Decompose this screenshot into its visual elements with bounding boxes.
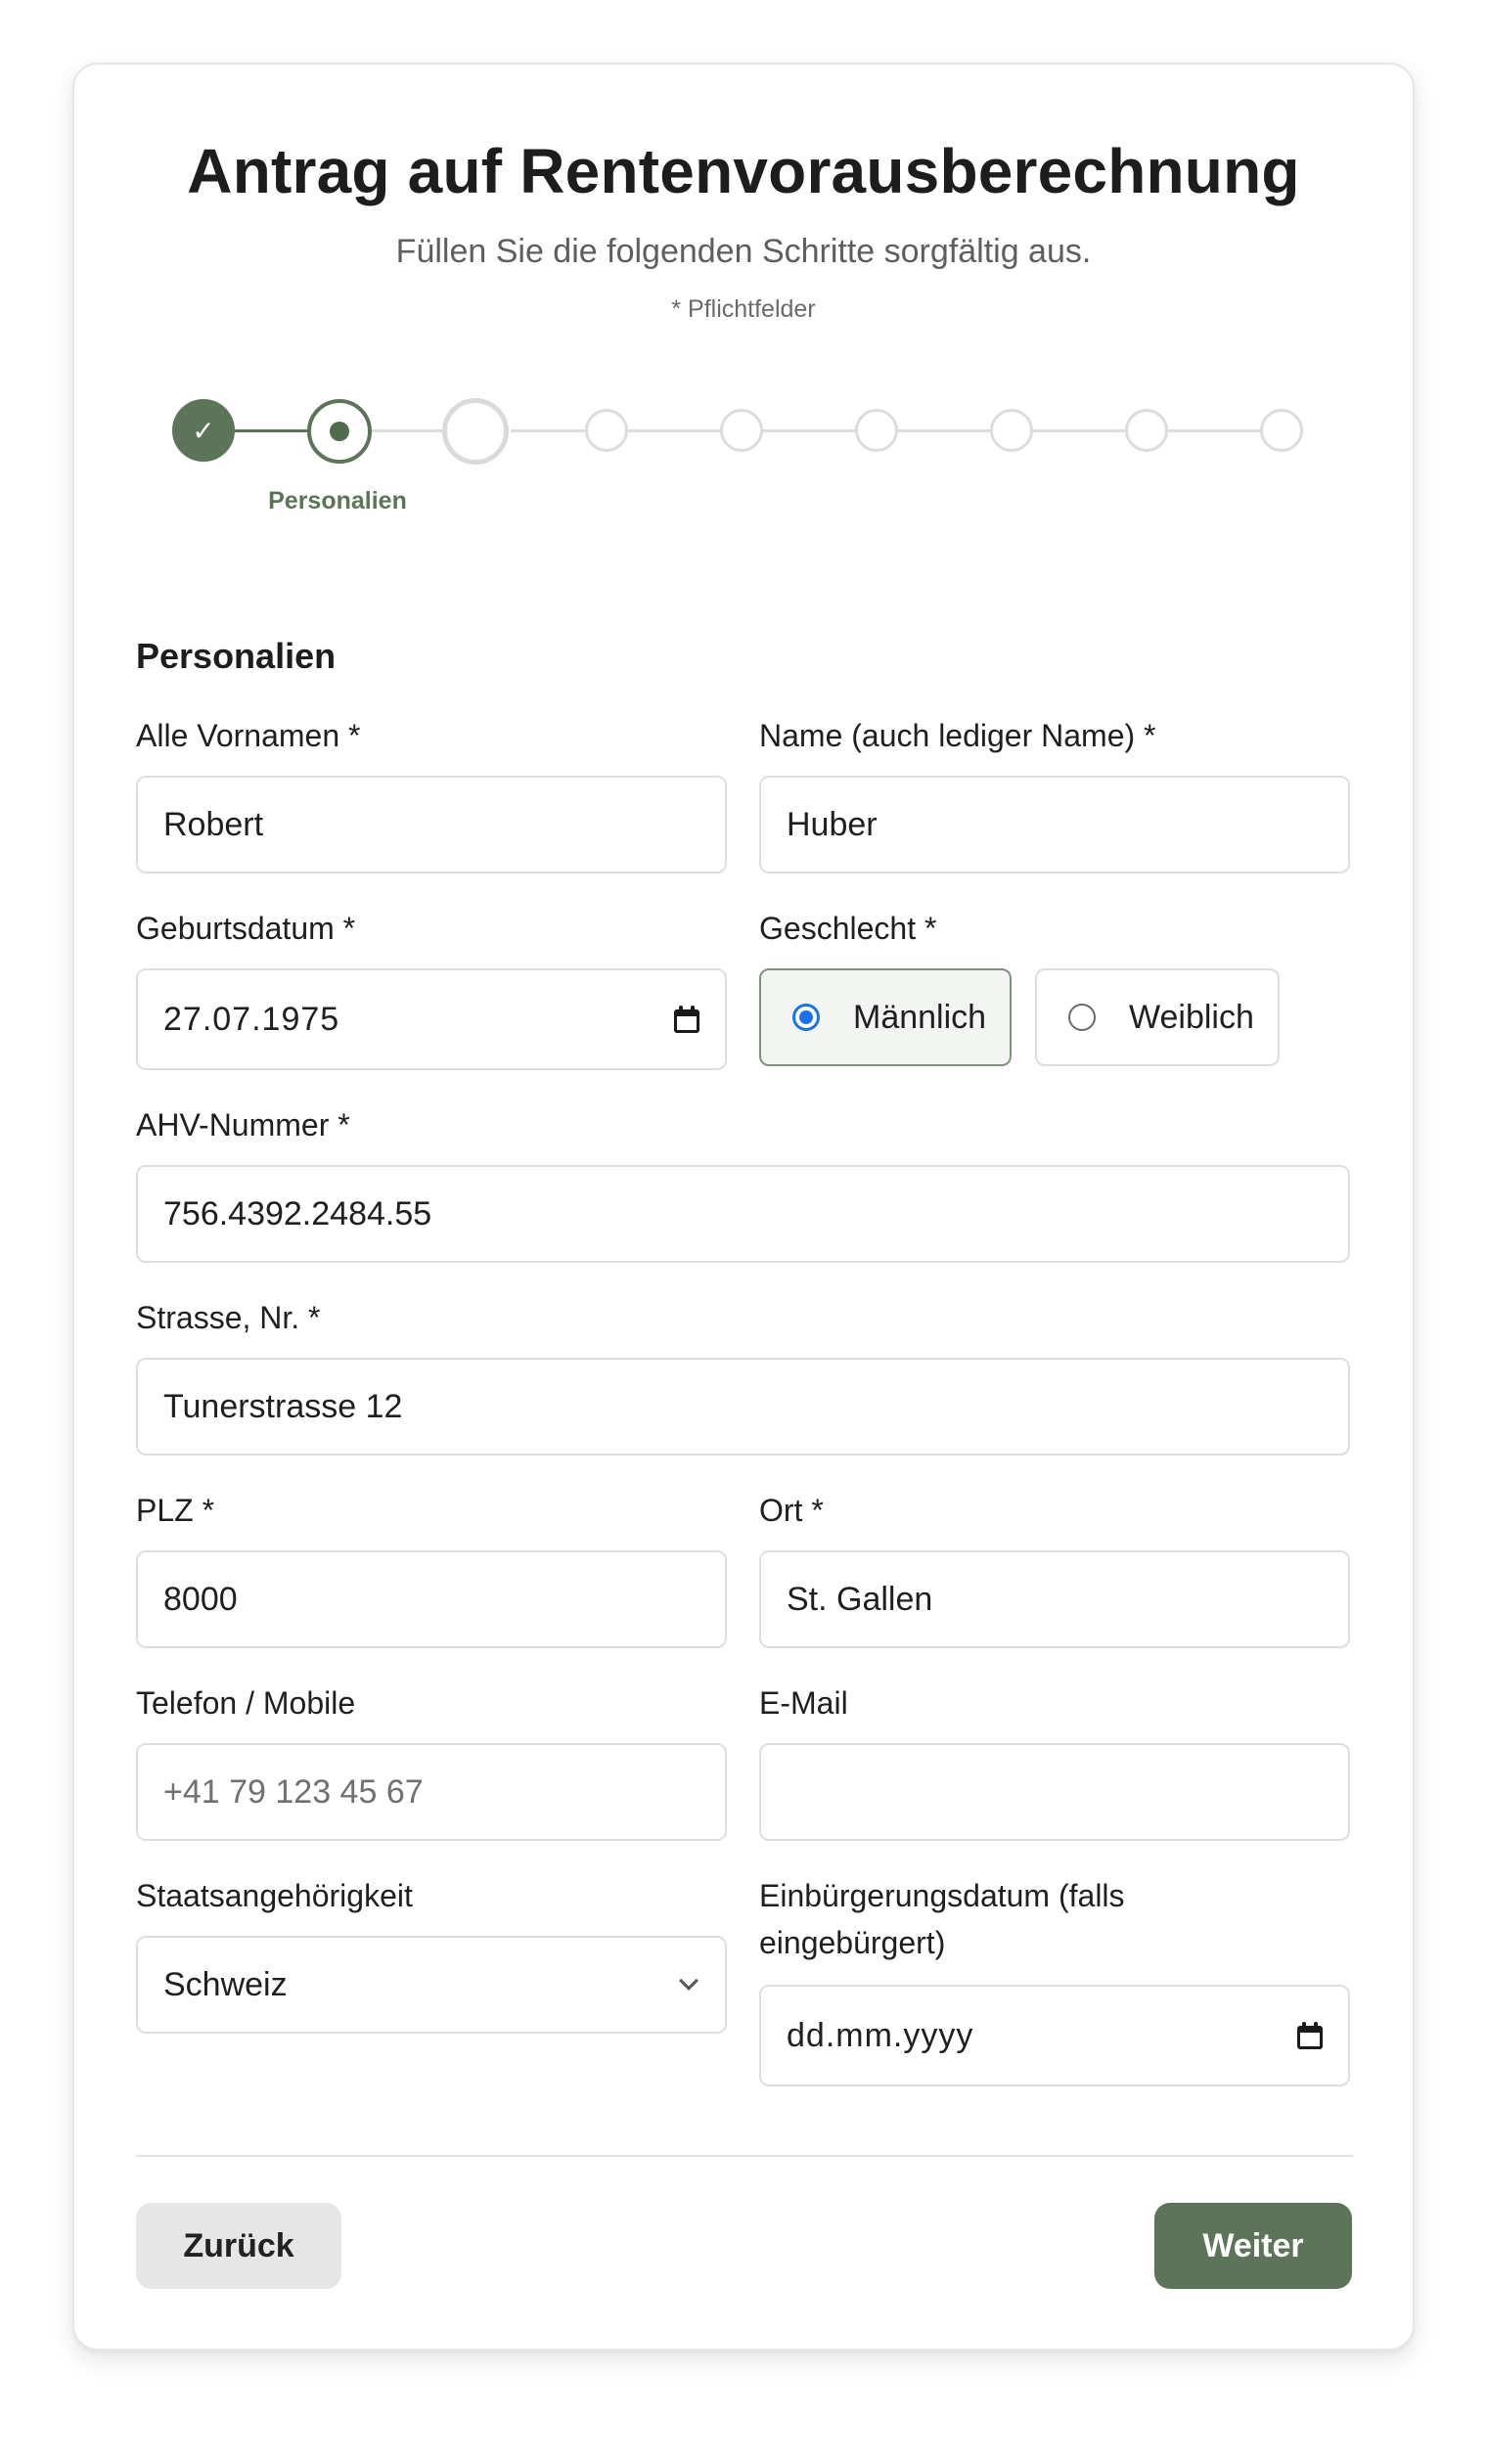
calendar-icon[interactable] <box>1297 2022 1323 2049</box>
geschlecht-option-weiblich[interactable]: Weiblich <box>1035 968 1280 1066</box>
plz-input[interactable]: 8000 <box>136 1550 727 1648</box>
einbuergerung-input[interactable]: dd.mm.yyyy <box>759 1985 1350 2086</box>
geburtsdatum-input[interactable]: 27.07.1975 <box>136 968 727 1070</box>
chevron-down-icon <box>679 1971 698 1991</box>
plz-label: PLZ * <box>136 1493 215 1528</box>
strasse-label: Strasse, Nr. * <box>136 1300 321 1335</box>
telefon-label: Telefon / Mobile <box>136 1685 356 1721</box>
vornamen-label: Alle Vornamen * <box>136 718 361 753</box>
back-button[interactable]: Zurück <box>136 2203 341 2289</box>
vornamen-value: Robert <box>163 805 264 843</box>
radio-unchecked-icon <box>1068 1004 1096 1031</box>
page-subtitle: Füllen Sie die folgenden Schritte sorgfä… <box>395 233 1092 270</box>
step-6[interactable] <box>855 409 898 452</box>
einbuergerung-placeholder: dd.mm.yyyy <box>787 2016 974 2054</box>
einbuergerung-label-line1: Einbürgerungsdatum (falls <box>759 1878 1125 1913</box>
ahv-label: AHV-Nummer * <box>136 1107 350 1142</box>
ort-input[interactable]: St. Gallen <box>759 1550 1350 1648</box>
vornamen-input[interactable]: Robert <box>136 776 727 874</box>
staat-value: Schweiz <box>163 1965 288 2003</box>
step-8[interactable] <box>1125 409 1168 452</box>
ort-label: Ort * <box>759 1493 824 1528</box>
telefon-input[interactable]: +41 79 123 45 67 <box>136 1743 727 1841</box>
next-button[interactable]: Weiter <box>1154 2203 1352 2289</box>
current-step-dot <box>330 422 349 441</box>
geburtsdatum-label: Geburtsdatum * <box>136 911 356 946</box>
weiblich-label: Weiblich <box>1129 998 1254 1036</box>
strasse-value: Tunerstrasse 12 <box>163 1387 403 1425</box>
geschlecht-label: Geschlecht * <box>759 911 937 946</box>
step-7[interactable] <box>990 409 1033 452</box>
check-icon: ✓ <box>192 415 215 446</box>
radio-checked-icon <box>792 1004 820 1031</box>
staat-label: Staatsangehörigkeit <box>136 1878 413 1913</box>
step-2-current[interactable] <box>307 399 372 464</box>
staat-select[interactable]: Schweiz <box>136 1936 727 2034</box>
step-9[interactable] <box>1260 409 1303 452</box>
plz-value: 8000 <box>163 1580 238 1618</box>
calendar-icon[interactable] <box>674 1006 699 1033</box>
step-4[interactable] <box>585 409 628 452</box>
section-title: Personalien <box>136 636 337 676</box>
ort-value: St. Gallen <box>787 1580 933 1618</box>
maennlich-label: Männlich <box>853 998 987 1036</box>
geschlecht-option-maennlich[interactable]: Männlich <box>759 968 1012 1066</box>
geburtsdatum-value: 27.07.1975 <box>163 1000 340 1038</box>
email-label: E-Mail <box>759 1685 848 1721</box>
ahv-input[interactable]: 756.4392.2484.55 <box>136 1165 1350 1263</box>
step-5[interactable] <box>720 409 763 452</box>
name-input[interactable]: Huber <box>759 776 1350 874</box>
ahv-value: 756.4392.2484.55 <box>163 1194 432 1232</box>
name-value: Huber <box>787 805 878 843</box>
footer-divider <box>136 2155 1353 2157</box>
page-title: Antrag auf Rentenvorausberechnung <box>187 136 1300 206</box>
name-label: Name (auch lediger Name) * <box>759 718 1156 753</box>
step-3[interactable] <box>442 398 509 465</box>
telefon-placeholder: +41 79 123 45 67 <box>163 1772 424 1811</box>
einbuergerung-label-line2: eingebürgert) <box>759 1925 946 1960</box>
step-1-completed[interactable]: ✓ <box>172 399 235 462</box>
email-input[interactable] <box>759 1743 1350 1841</box>
strasse-input[interactable]: Tunerstrasse 12 <box>136 1358 1350 1456</box>
required-fields-note: * Pflichtfelder <box>671 295 816 323</box>
